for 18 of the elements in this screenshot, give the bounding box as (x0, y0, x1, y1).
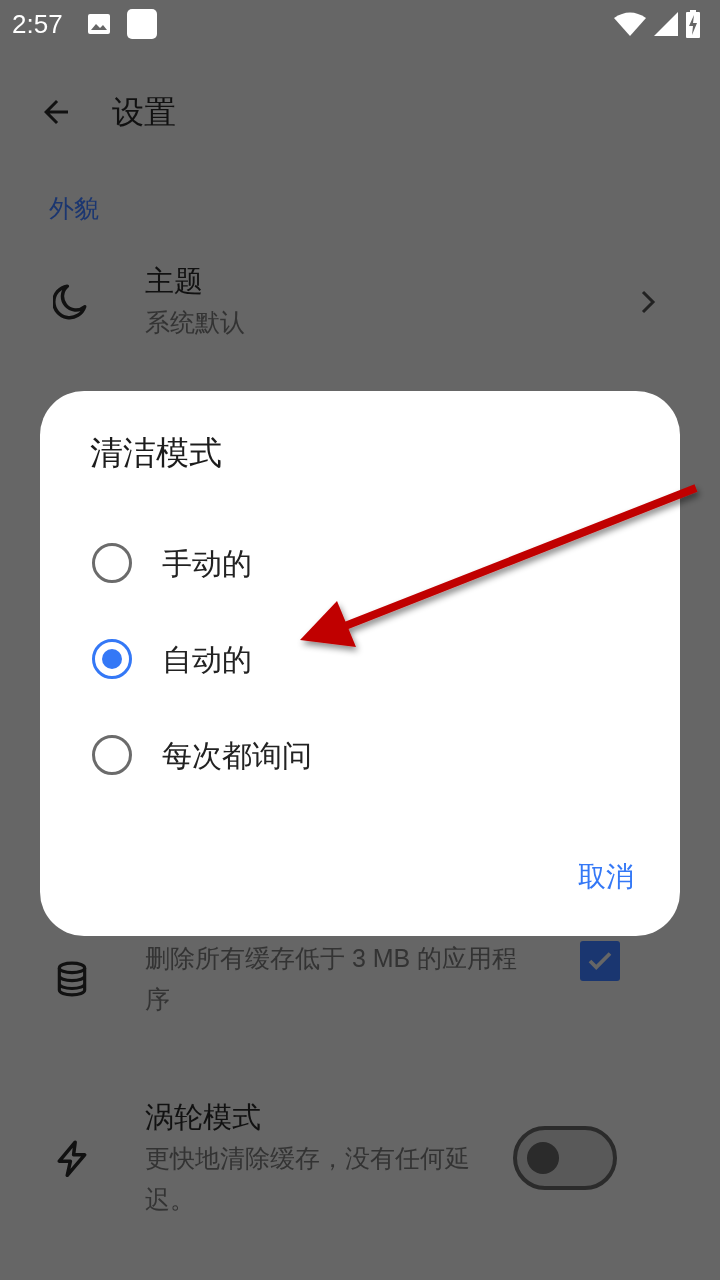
dialog-title: 清洁模式 (89, 433, 223, 473)
battery-charging-icon (686, 10, 700, 38)
signal-icon (654, 12, 678, 36)
square-icon (126, 9, 157, 39)
chevron-right-icon[interactable] (639, 288, 656, 315)
image-icon (86, 13, 111, 35)
status-time: 2:57 (12, 7, 63, 41)
wifi-icon (614, 12, 646, 36)
radio-option[interactable]: 每次都询问 (40, 707, 680, 803)
section-header: 外貌 (48, 193, 100, 225)
checkbox[interactable] (579, 941, 620, 981)
radio-button[interactable] (92, 543, 132, 583)
radio-button[interactable] (92, 639, 132, 679)
page-title: 设置 (112, 93, 176, 132)
radio-button[interactable] (92, 735, 132, 775)
setting-title: 涡轮模式 (145, 1100, 262, 1135)
setting-title: 主题 (145, 264, 204, 299)
cancel-button[interactable]: 取消 (578, 852, 634, 902)
